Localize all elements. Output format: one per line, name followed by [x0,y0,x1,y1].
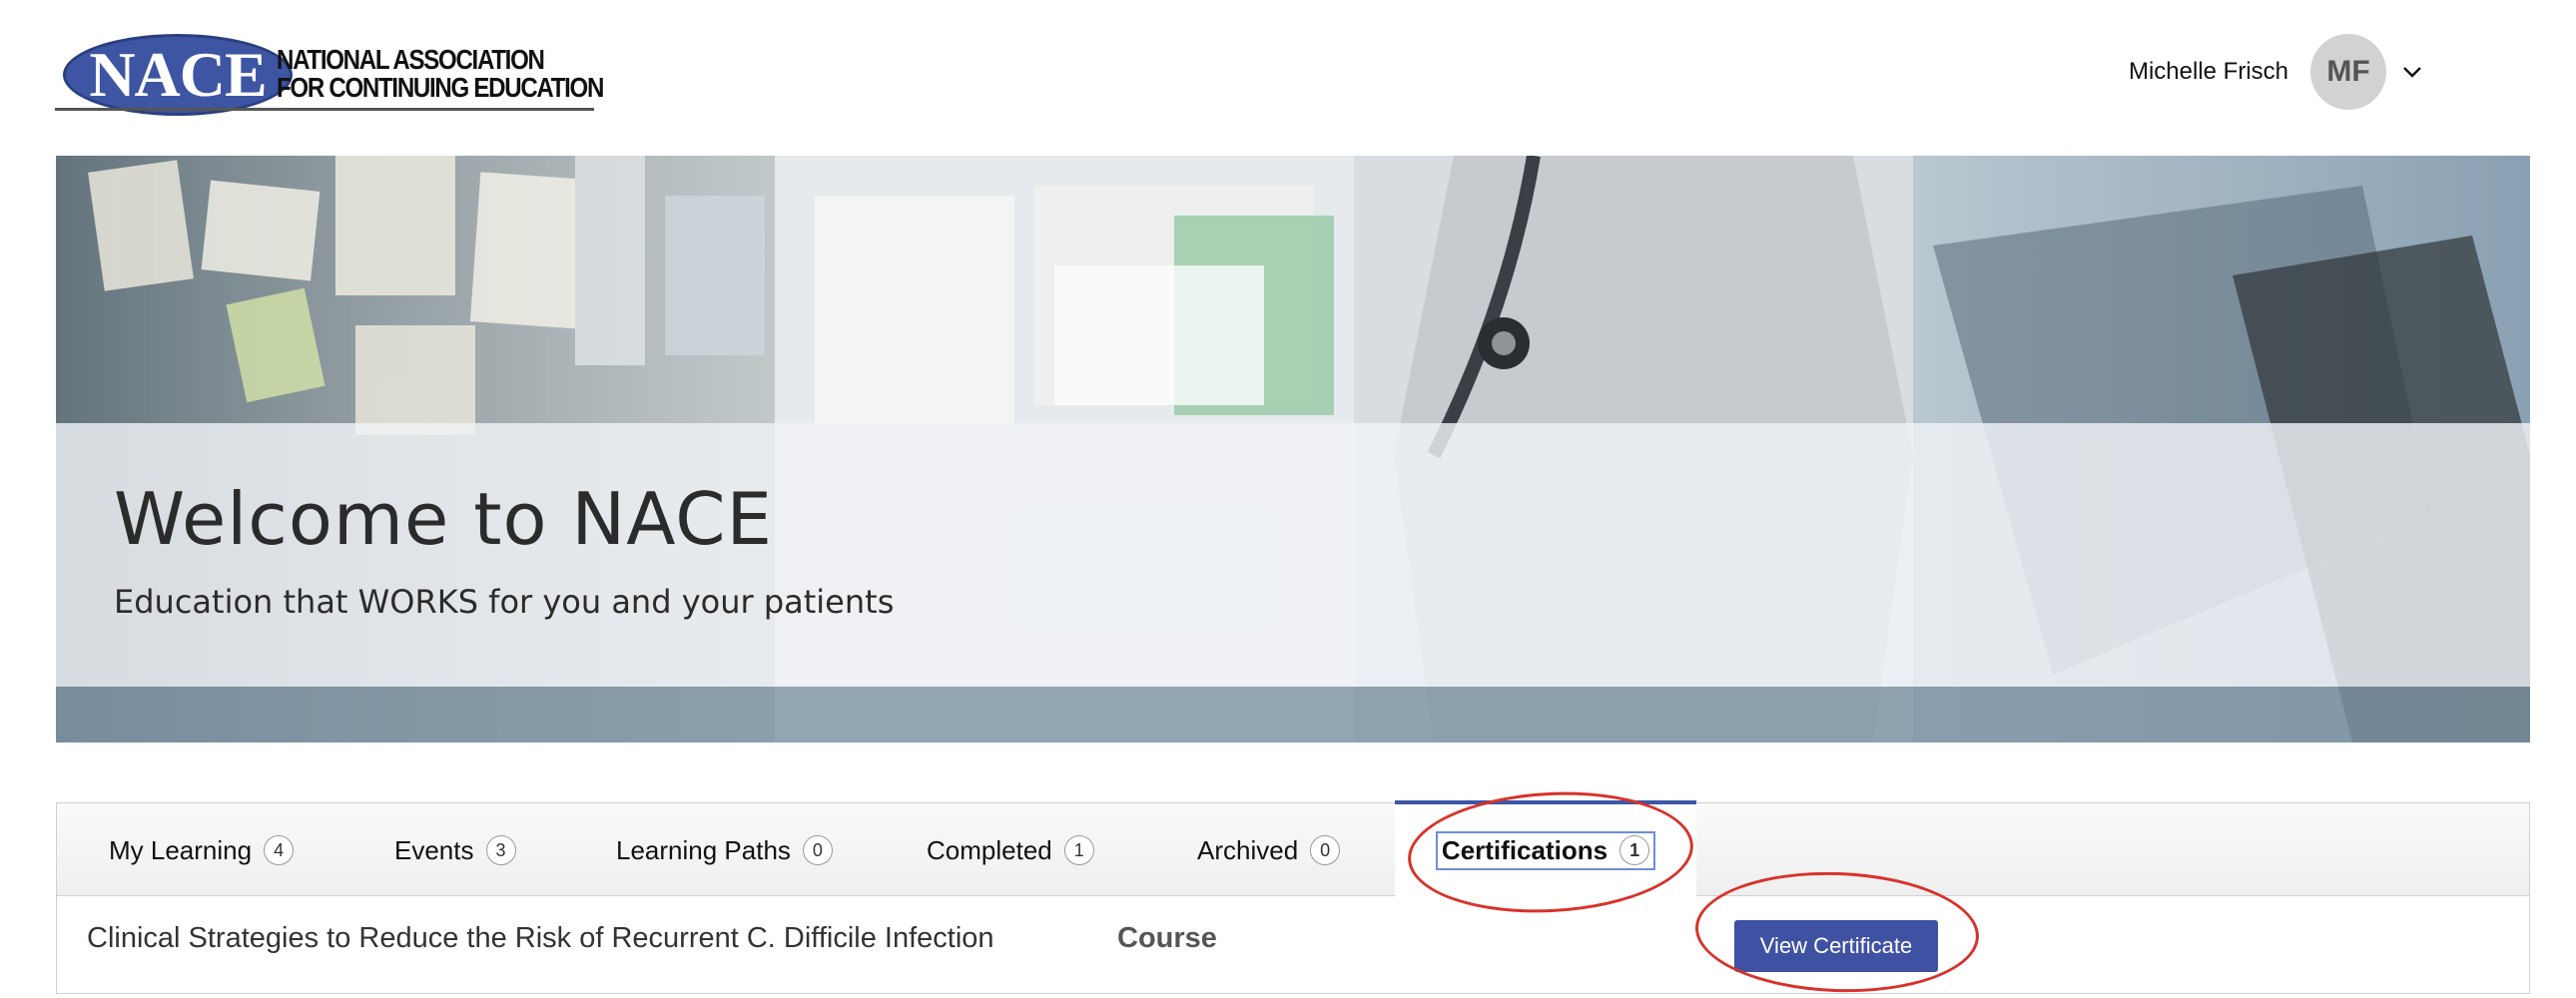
hero-title: Welcome to NACE [114,477,774,561]
logo-mark: NACE [63,34,293,116]
avatar[interactable]: MF [2310,34,2386,110]
tab-events[interactable]: Events 3 [394,803,516,897]
tab-archived[interactable]: Archived 0 [1197,803,1341,897]
hero-banner: Welcome to NACE Education that WORKS for… [56,156,2530,743]
tab-label: Certifications [1441,834,1609,865]
logo-line-1: NATIONAL ASSOCIATION [277,44,545,75]
view-certificate-button[interactable]: View Certificate [1734,920,1938,972]
tab-certifications[interactable]: Certifications 1 [1395,800,1696,896]
tab-label: Archived [1197,834,1299,865]
logo-underline [55,108,594,111]
tab-label: Learning Paths [616,834,791,865]
tab-count-badge: 0 [802,835,833,865]
tab-label: Events [394,834,474,865]
tab-count-badge: 1 [1063,835,1094,865]
tab-focus-outline: Certifications 1 [1435,830,1656,870]
tab-count-badge: 1 [1619,835,1650,865]
tab-learning-paths[interactable]: Learning Paths 0 [616,803,833,897]
course-type: Course [1117,922,1217,954]
tab-my-learning[interactable]: My Learning 4 [109,803,295,897]
logo-line-2: FOR CONTINUING EDUCATION [277,72,604,103]
hero-subtitle: Education that WORKS for you and your pa… [114,583,895,621]
user-name: Michelle Frisch [2128,58,2288,85]
tab-label: My Learning [109,834,253,865]
tab-label: Completed [927,834,1052,865]
tab-count-badge: 4 [264,835,295,865]
nace-logo[interactable]: NACE NATIONAL ASSOCIATION FOR CONTINUING… [55,30,604,116]
course-title[interactable]: Clinical Strategies to Reduce the Risk o… [87,922,994,955]
logo-wordmark: NATIONAL ASSOCIATION FOR CONTINUING EDUC… [277,44,604,103]
table-row: Clinical Strategies to Reduce the Risk o… [56,896,2530,994]
tab-count-badge: 0 [1310,835,1341,865]
user-menu[interactable]: Michelle Frisch MF [2129,34,2426,110]
tab-count-badge: 3 [485,835,516,865]
site-header: NACE NATIONAL ASSOCIATION FOR CONTINUING… [0,0,2576,156]
learning-tabs: My Learning 4 Events 3 Learning Paths 0 … [56,800,2530,897]
chevron-down-icon[interactable] [2398,58,2426,86]
tab-completed[interactable]: Completed 1 [927,803,1094,897]
